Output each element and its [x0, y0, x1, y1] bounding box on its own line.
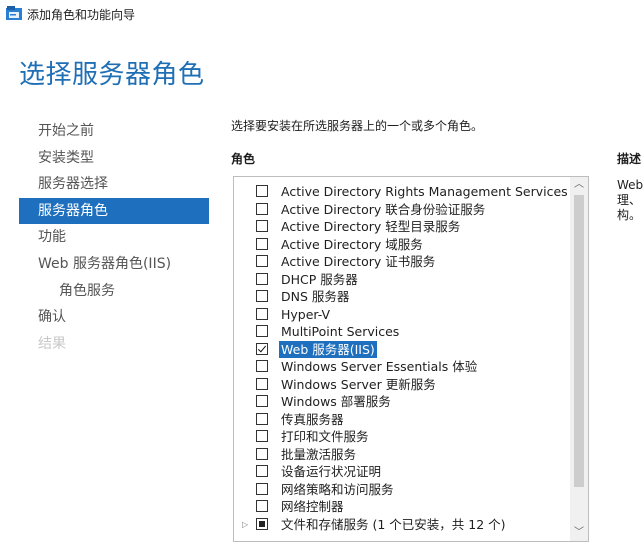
role-label: 设备运行状况证明	[281, 464, 382, 479]
nav-item-role-services[interactable]: 角色服务	[19, 278, 209, 305]
nav-item-confirmation[interactable]: 确认	[19, 304, 209, 331]
role-checkbox[interactable]	[256, 185, 268, 197]
description-text: Web 理、 构。	[617, 178, 643, 222]
nav-item-web-server-role[interactable]: Web 服务器角色(IIS)	[19, 251, 209, 278]
roles-list: Active Directory Rights Management Servi…	[234, 183, 568, 534]
expand-arrow-icon[interactable]: ▷	[242, 516, 248, 534]
role-item[interactable]: Active Directory 域服务	[234, 236, 566, 254]
roles-scrollbar[interactable]: ︿ ﹀	[570, 177, 588, 541]
role-item[interactable]: Windows 部署服务	[234, 393, 566, 411]
window-title: 添加角色和功能向导	[27, 8, 136, 22]
role-label: Active Directory Rights Management Servi…	[281, 184, 568, 199]
page-title: 选择服务器角色	[19, 60, 205, 90]
role-label: Active Directory 域服务	[281, 236, 423, 252]
role-label: Active Directory 证书服务	[281, 254, 436, 269]
role-label: 文件和存储服务 (1 个已安装，共 12 个)	[281, 516, 506, 532]
role-checkbox[interactable]	[256, 360, 268, 372]
role-checkbox[interactable]	[256, 220, 268, 232]
role-checkbox[interactable]	[256, 517, 268, 530]
role-label: Windows Server Essentials 体验	[281, 359, 478, 374]
role-checkbox[interactable]	[256, 202, 268, 215]
role-label: 网络控制器	[281, 499, 344, 514]
role-label: 批量激活服务	[281, 446, 357, 462]
role-item[interactable]: Web 服务器(IIS)	[234, 340, 566, 358]
role-label: 传真服务器	[281, 411, 344, 427]
role-checkbox[interactable]	[256, 342, 268, 355]
role-item[interactable]: Windows Server 更新服务	[234, 376, 566, 394]
role-label: 打印和文件服务	[281, 429, 369, 444]
role-label: DHCP 服务器	[281, 271, 358, 287]
scroll-down-icon[interactable]: ﹀	[570, 525, 588, 541]
role-label: MultiPoint Services	[281, 324, 400, 339]
nav-item-installation-type[interactable]: 安装类型	[19, 145, 209, 172]
role-item[interactable]: 网络控制器	[234, 498, 566, 516]
role-label: Windows Server 更新服务	[281, 376, 436, 392]
role-item[interactable]: 批量激活服务	[234, 446, 566, 464]
nav-item-server-roles[interactable]: 服务器角色	[19, 197, 209, 225]
server-manager-icon	[6, 6, 22, 20]
role-label: Windows 部署服务	[281, 394, 391, 409]
roles-list-box: Active Directory Rights Management Servi…	[233, 176, 589, 542]
role-checkbox[interactable]	[256, 272, 268, 285]
role-label: Web 服务器(IIS)	[279, 340, 377, 358]
role-item[interactable]: 网络策略和访问服务	[234, 481, 566, 499]
role-checkbox[interactable]	[256, 412, 268, 425]
nav-item-before-you-begin[interactable]: 开始之前	[19, 118, 209, 145]
description-heading: 描述	[617, 152, 642, 166]
role-item[interactable]: 设备运行状况证明	[234, 463, 566, 481]
role-label: 网络策略和访问服务	[281, 481, 394, 497]
role-checkbox[interactable]	[256, 290, 268, 302]
role-label: Active Directory 轻型目录服务	[281, 219, 461, 234]
nav-item-server-selection[interactable]: 服务器选择	[19, 171, 209, 198]
role-label: Hyper-V	[281, 306, 331, 322]
role-checkbox[interactable]	[256, 255, 268, 267]
role-checkbox[interactable]	[256, 430, 268, 442]
wizard-nav: 开始之前 安装类型 服务器选择 服务器角色 功能 Web 服务器角色(IIS) …	[19, 118, 209, 357]
nav-item-results: 结果	[38, 335, 66, 352]
role-checkbox[interactable]	[256, 325, 268, 337]
roles-heading: 角色	[231, 152, 256, 166]
role-item[interactable]: 打印和文件服务	[234, 428, 566, 446]
role-item[interactable]: Active Directory 轻型目录服务	[234, 218, 566, 236]
role-checkbox[interactable]	[256, 482, 268, 495]
role-checkbox[interactable]	[256, 447, 268, 460]
role-label: DNS 服务器	[281, 289, 350, 304]
role-checkbox[interactable]	[256, 307, 268, 320]
role-item[interactable]: ▷ 文件和存储服务 (1 个已安装，共 12 个)	[234, 516, 566, 534]
scroll-thumb[interactable]	[574, 195, 584, 487]
scroll-up-icon[interactable]: ︿	[570, 177, 588, 193]
role-item[interactable]: Active Directory 证书服务	[234, 253, 566, 271]
role-checkbox[interactable]	[256, 500, 268, 512]
role-checkbox[interactable]	[256, 395, 268, 407]
role-label: Active Directory 联合身份验证服务	[281, 201, 486, 217]
instruction-text: 选择要安装在所选服务器上的一个或多个角色。	[231, 119, 484, 133]
role-item[interactable]: MultiPoint Services	[234, 323, 566, 341]
role-checkbox[interactable]	[256, 237, 268, 250]
nav-item-features[interactable]: 功能	[19, 224, 209, 251]
role-item[interactable]: Active Directory 联合身份验证服务	[234, 201, 566, 219]
role-item[interactable]: Windows Server Essentials 体验	[234, 358, 566, 376]
role-item[interactable]: DNS 服务器	[234, 288, 566, 306]
role-checkbox[interactable]	[256, 377, 268, 390]
role-item[interactable]: 传真服务器	[234, 411, 566, 429]
role-item[interactable]: DHCP 服务器	[234, 271, 566, 289]
role-item[interactable]: Active Directory Rights Management Servi…	[234, 183, 568, 201]
role-checkbox[interactable]	[256, 465, 268, 477]
title-bar: 添加角色和功能向导	[0, 0, 643, 26]
role-item[interactable]: Hyper-V	[234, 306, 566, 324]
